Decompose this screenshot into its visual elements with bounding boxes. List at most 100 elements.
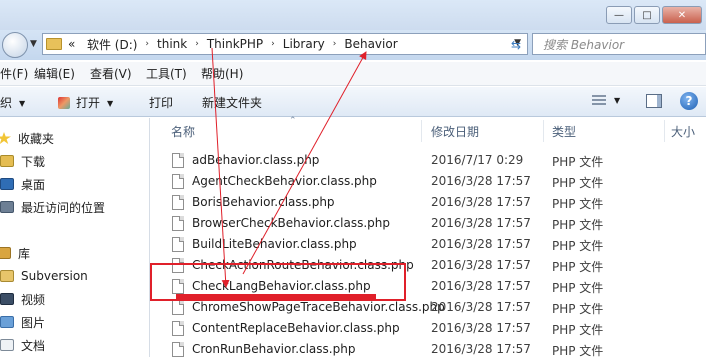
print-button[interactable]: 打印 (149, 94, 173, 111)
menu-bar: 件(F) 编辑(E) 查看(V) 工具(T) 帮助(H) (0, 62, 706, 86)
file-type: PHP 文件 (552, 344, 604, 357)
column-divider[interactable] (664, 120, 665, 142)
desktop-icon (0, 178, 14, 190)
back-button[interactable] (2, 32, 28, 58)
file-row[interactable]: AgentCheckBehavior.class.php 2016/3/28 1… (151, 171, 706, 192)
file-type: PHP 文件 (552, 197, 604, 211)
star-icon (0, 132, 11, 144)
file-name: BuildLiteBehavior.class.php (192, 237, 357, 251)
nav-item-videos[interactable]: 视频 (0, 289, 45, 309)
file-type: PHP 文件 (552, 155, 604, 169)
file-name: ContentReplaceBehavior.class.php (192, 321, 400, 335)
column-divider[interactable] (543, 120, 544, 142)
change-view-icon[interactable] (592, 95, 606, 107)
library-icon (0, 247, 11, 259)
recent-pages-dropdown-icon[interactable]: ▼ (30, 39, 37, 49)
search-input[interactable]: 搜索 Behavior (532, 33, 706, 55)
title-bar: — □ ✕ (0, 0, 706, 30)
close-button[interactable]: ✕ (662, 6, 702, 24)
minimize-button[interactable]: — (606, 6, 632, 24)
php-file-icon (172, 300, 184, 315)
file-type: PHP 文件 (552, 239, 604, 253)
file-type: PHP 文件 (552, 302, 604, 316)
breadcrumb-separator[interactable]: › (333, 39, 337, 49)
refresh-icon[interactable]: ⇆ (506, 38, 526, 52)
nav-item-label: 最近访问的位置 (21, 200, 106, 215)
breadcrumb-thinkphp[interactable]: ThinkPHP (207, 37, 263, 51)
nav-item-label: 文档 (21, 338, 46, 353)
nav-item-label: 图片 (21, 315, 46, 330)
nav-item-label: 收藏夹 (18, 131, 55, 146)
preview-pane-icon[interactable] (646, 94, 662, 108)
breadcrumb-drive[interactable]: 软件 (D:) (87, 36, 137, 53)
nav-item-label: 桌面 (21, 177, 46, 192)
nav-item-label: Subversion (21, 269, 88, 283)
file-date: 2016/3/28 17:57 (431, 258, 531, 272)
breadcrumb-behavior[interactable]: Behavior (344, 37, 397, 51)
file-name: AgentCheckBehavior.class.php (192, 174, 377, 188)
column-header-size[interactable]: 大小 (671, 118, 695, 144)
nav-item-desktop[interactable]: 桌面 (0, 174, 45, 194)
menu-edit[interactable]: 编辑(E) (34, 65, 75, 82)
sort-ascending-icon: ⌃ (289, 116, 297, 126)
menu-view[interactable]: 查看(V) (90, 65, 132, 82)
php-file-icon (172, 342, 184, 357)
file-date: 2016/3/28 17:57 (431, 216, 531, 230)
file-date: 2016/3/28 17:57 (431, 300, 531, 314)
breadcrumb-library[interactable]: Library (283, 37, 325, 51)
column-header-type[interactable]: 类型 (552, 118, 576, 144)
nav-item-documents[interactable]: 文档 (0, 335, 45, 355)
file-date: 2016/3/28 17:57 (431, 342, 531, 356)
subversion-icon (0, 270, 14, 282)
address-bar[interactable]: « › 软件 (D:) › think › ThinkPHP › Library… (42, 33, 528, 55)
open-with-icon (58, 97, 70, 109)
file-name: adBehavior.class.php (192, 153, 320, 167)
column-header-date[interactable]: 修改日期 (431, 118, 479, 144)
command-bar: 织 ▼ 打开 ▼ 打印 新建文件夹 ▼ ? (0, 87, 706, 117)
file-date: 2016/3/28 17:57 (431, 174, 531, 188)
php-file-icon (172, 216, 184, 231)
file-row[interactable]: adBehavior.class.php 2016/7/17 0:29 PHP … (151, 150, 706, 171)
breadcrumb-separator[interactable]: › (271, 39, 275, 49)
nav-item-downloads[interactable]: 下载 (0, 151, 45, 171)
maximize-button[interactable]: □ (634, 6, 660, 24)
open-button[interactable]: 打开 ▼ (58, 94, 113, 111)
column-header-name[interactable]: 名称 (171, 118, 195, 144)
nav-item-pictures[interactable]: 图片 (0, 312, 45, 332)
menu-file[interactable]: 件(F) (0, 65, 28, 82)
file-name: CronRunBehavior.class.php (192, 342, 356, 356)
file-row[interactable]: CronRunBehavior.class.php 2016/3/28 17:5… (151, 339, 706, 357)
file-type: PHP 文件 (552, 323, 604, 337)
file-row[interactable]: BuildLiteBehavior.class.php 2016/3/28 17… (151, 234, 706, 255)
column-divider[interactable] (421, 120, 422, 142)
menu-help[interactable]: 帮助(H) (201, 65, 243, 82)
breadcrumb-separator[interactable]: › (195, 39, 199, 49)
file-date: 2016/3/28 17:57 (431, 279, 531, 293)
nav-item-subversion[interactable]: Subversion (0, 266, 88, 286)
file-type: PHP 文件 (552, 260, 604, 274)
menu-tools[interactable]: 工具(T) (146, 65, 187, 82)
videos-icon (0, 293, 14, 305)
highlight-underline (176, 294, 376, 301)
file-row[interactable]: ContentReplaceBehavior.class.php 2016/3/… (151, 318, 706, 339)
file-list: ⌃ 名称 修改日期 类型 大小 adBehavior.class.php 201… (151, 116, 706, 357)
nav-item-label: 视频 (21, 292, 46, 307)
help-icon[interactable]: ? (680, 92, 698, 110)
organize-button[interactable]: 织 ▼ (0, 94, 25, 111)
file-row[interactable]: BrowserCheckBehavior.class.php 2016/3/28… (151, 213, 706, 234)
file-row[interactable]: BorisBehavior.class.php 2016/3/28 17:57 … (151, 192, 706, 213)
file-type: PHP 文件 (552, 176, 604, 190)
nav-item-recent-places[interactable]: 最近访问的位置 (0, 197, 105, 217)
organize-label: 织 (0, 96, 13, 110)
file-name: BorisBehavior.class.php (192, 195, 335, 209)
breadcrumb-overflow-chevron[interactable]: « (68, 37, 75, 51)
folder-icon (46, 38, 62, 50)
file-date: 2016/3/28 17:57 (431, 321, 531, 335)
breadcrumb-separator[interactable]: › (145, 39, 149, 49)
breadcrumb-think[interactable]: think (157, 37, 187, 51)
nav-item-label: 库 (18, 246, 31, 261)
new-folder-button[interactable]: 新建文件夹 (202, 94, 262, 111)
nav-item-favorites[interactable]: 收藏夹 (0, 128, 54, 148)
view-options-dropdown-icon[interactable]: ▼ (614, 96, 620, 105)
nav-item-libraries[interactable]: 库 (0, 243, 30, 263)
